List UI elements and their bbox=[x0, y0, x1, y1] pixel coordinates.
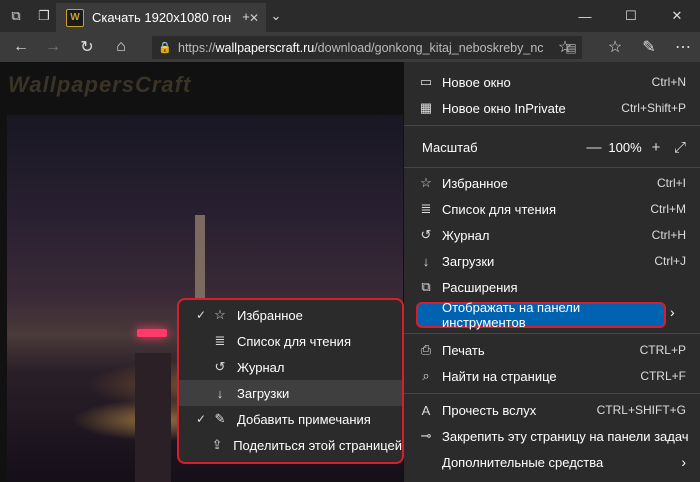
menu-item-pin-taskbar[interactable]: ⊸ Закрепить эту страницу на панели задач bbox=[404, 423, 700, 449]
submenu-item-share[interactable]: ⇪ Поделиться этой страницей bbox=[179, 432, 402, 458]
zoom-row: Масштаб — 100% + ⤢ bbox=[404, 134, 700, 160]
divider bbox=[404, 333, 700, 334]
divider bbox=[404, 167, 700, 168]
submenu-item-add-notes[interactable]: ✓ ✎ Добавить примечания bbox=[179, 406, 402, 432]
chevron-right-icon: › bbox=[681, 454, 686, 470]
menu-item-inprivate[interactable]: ▦ Новое окно InPrivate Ctrl+Shift+P bbox=[404, 95, 700, 121]
submenu-item-reading-list[interactable]: ≣ Список для чтения bbox=[179, 328, 402, 354]
close-window-button[interactable]: ✕ bbox=[654, 0, 700, 32]
menu-item-reading-list[interactable]: ≣ Список для чтения Ctrl+M bbox=[404, 196, 700, 222]
check-icon: ✓ bbox=[195, 412, 207, 426]
favorites-icon: ☆ bbox=[214, 307, 226, 322]
download-icon: ↓ bbox=[216, 385, 224, 401]
pin-icon: ⊸ bbox=[420, 428, 432, 443]
search-icon: ⌕ bbox=[422, 368, 430, 383]
divider bbox=[404, 393, 700, 394]
home-icon[interactable]: ⌂ bbox=[104, 32, 138, 62]
minimize-button[interactable]: — bbox=[562, 0, 608, 32]
menu-item-new-window[interactable]: ▭ Новое окно Ctrl+N bbox=[404, 69, 700, 95]
menu-item-show-in-toolbar[interactable]: Отображать на панели инструментов bbox=[416, 300, 666, 330]
forward-arrow-icon[interactable]: → bbox=[36, 32, 70, 62]
show-in-toolbar-label: Отображать на панели инструментов bbox=[442, 300, 581, 330]
history-icon: ↺ bbox=[214, 359, 226, 374]
submenu-item-history[interactable]: ↺ Журнал bbox=[179, 354, 402, 380]
maximize-button[interactable]: ☐ bbox=[608, 0, 654, 32]
menu-item-read-aloud[interactable]: A Прочесть вслух CTRL+SHIFT+G bbox=[404, 397, 700, 423]
address-bar[interactable]: 🔒 https://wallpaperscraft.ru/download/go… bbox=[152, 36, 582, 59]
reading-list-icon: ≣ bbox=[214, 333, 226, 348]
lock-icon: 🔒 bbox=[158, 42, 172, 54]
menu-item-find[interactable]: ⌕ Найти на странице CTRL+F bbox=[404, 363, 700, 389]
favorites-hub-icon[interactable]: ☆ bbox=[598, 32, 632, 62]
history-icon: ↺ bbox=[420, 227, 432, 242]
divider bbox=[404, 125, 700, 126]
menu-item-more-tools[interactable]: Дополнительные средства › bbox=[404, 449, 700, 475]
tower-light bbox=[137, 329, 167, 337]
tab-title: Скачать 1920x1080 гон bbox=[92, 10, 232, 25]
submenu-item-downloads[interactable]: ↓ Загрузки bbox=[179, 380, 402, 406]
zoom-in-button[interactable]: + bbox=[644, 139, 668, 156]
menu-item-extensions[interactable]: ⧉ Расширения bbox=[404, 274, 700, 300]
share-icon: ⇪ bbox=[211, 437, 223, 452]
refresh-icon[interactable]: ↻ bbox=[70, 32, 104, 62]
window-icon: ▭ bbox=[419, 74, 433, 89]
print-icon: ⎙ bbox=[420, 342, 432, 357]
pen-icon: ✎ bbox=[214, 411, 226, 426]
zoom-label: Масштаб bbox=[422, 139, 478, 155]
more-menu-icon[interactable]: ⋯ bbox=[666, 32, 700, 62]
tab-list-chevron-icon[interactable]: ⌄ bbox=[260, 0, 292, 32]
inprivate-icon: ▦ bbox=[419, 100, 433, 115]
favicon-icon: W bbox=[66, 8, 84, 27]
extensions-icon: ⧉ bbox=[421, 279, 431, 294]
download-icon: ↓ bbox=[422, 253, 430, 269]
menu-item-downloads[interactable]: ↓ Загрузки Ctrl+J bbox=[404, 248, 700, 274]
zoom-value: 100% bbox=[608, 139, 642, 155]
foreground-tower bbox=[135, 353, 171, 482]
chevron-right-icon: › bbox=[670, 304, 675, 320]
url-text: https://wallpaperscraft.ru/download/gonk… bbox=[178, 40, 544, 55]
reading-list-icon: ≣ bbox=[420, 201, 432, 216]
back-arrow-icon[interactable]: ← bbox=[4, 32, 38, 62]
favorite-star-icon[interactable]: ☆ bbox=[548, 32, 582, 62]
read-aloud-icon: A bbox=[421, 402, 431, 418]
favorites-icon: ☆ bbox=[420, 175, 432, 190]
site-logo[interactable]: WallpapersCraft bbox=[8, 72, 191, 98]
zoom-out-button[interactable]: — bbox=[582, 139, 606, 156]
new-tab-icon[interactable]: + bbox=[230, 0, 262, 32]
menu-item-favorites[interactable]: ☆ Избранное Ctrl+I bbox=[404, 170, 700, 196]
submenu-item-favorites[interactable]: ✓ ☆ Избранное bbox=[179, 302, 402, 328]
menu-item-print[interactable]: ⎙ Печать CTRL+P bbox=[404, 337, 700, 363]
menu-item-history[interactable]: ↺ Журнал Ctrl+H bbox=[404, 222, 700, 248]
fullscreen-icon[interactable]: ⤢ bbox=[668, 139, 692, 156]
notes-pen-icon[interactable]: ✎ bbox=[632, 32, 666, 62]
check-icon: ✓ bbox=[195, 308, 207, 322]
